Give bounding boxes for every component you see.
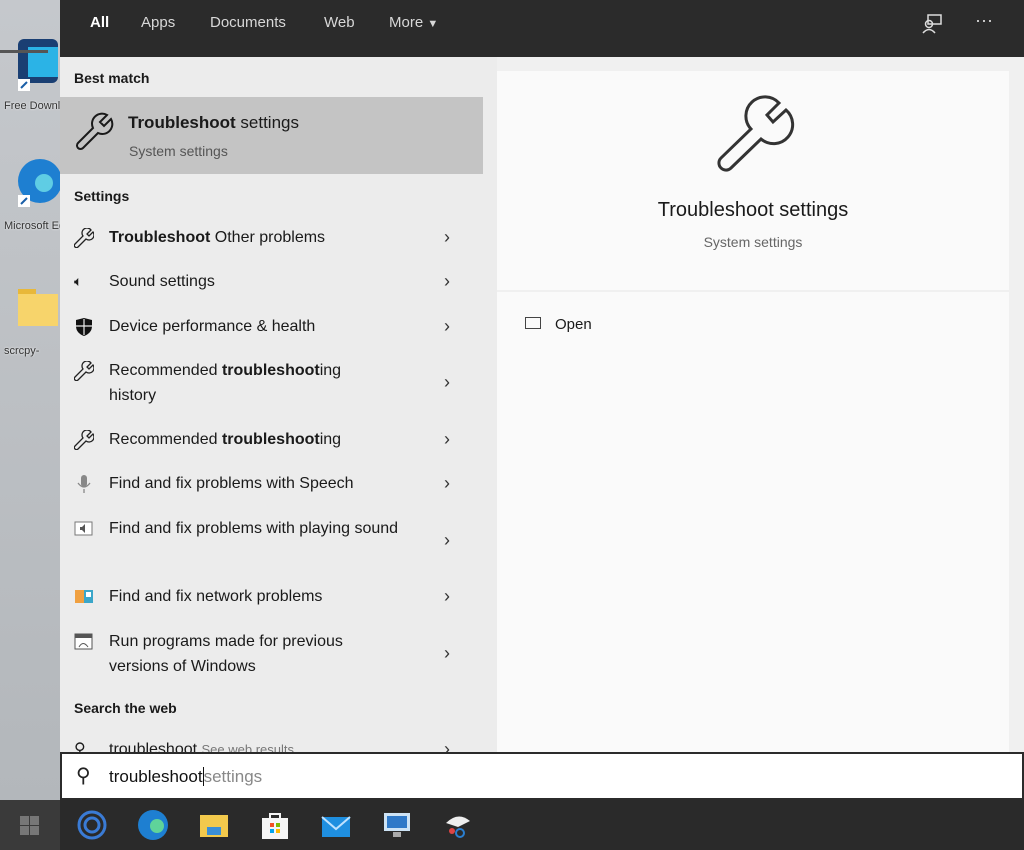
shield-icon (76, 318, 92, 336)
best-match-title-bold: Troubleshoot (128, 113, 236, 132)
item-text: Recommended (109, 362, 222, 379)
chevron-right-icon: › (444, 530, 450, 550)
item-text-bold: troubleshoot (221, 362, 320, 379)
search-filter-bar: All Apps Documents Web More ▼ ··· (0, 0, 1024, 57)
search-icon: ⚲ (76, 765, 91, 787)
tab-more-label: More (389, 14, 424, 31)
compatibility-icon (74, 633, 93, 650)
item-text: Other problems (210, 229, 326, 246)
search-web-heading: Search the web (74, 700, 177, 716)
search-suggestion: settings (203, 767, 263, 786)
folder-icon (18, 289, 58, 326)
chevron-right-icon: › (444, 586, 450, 606)
file-explorer-icon[interactable] (198, 809, 230, 841)
network-troubleshooter-icon (75, 590, 93, 603)
wrench-icon (75, 112, 114, 151)
open-label: Open (555, 316, 592, 333)
tab-indicator (0, 50, 48, 53)
speaker-icon: 🔈︎ (74, 273, 83, 289)
item-text: Find and fix problems with Speech (109, 475, 354, 492)
wrench-icon (74, 430, 94, 450)
microphone-icon (77, 475, 91, 493)
desktop-label: scrcpy- (4, 345, 40, 357)
tab-apps[interactable]: Apps (141, 14, 175, 31)
results-list: Best match Troubleshoot settings System … (60, 57, 497, 752)
preview-title: Troubleshoot settings (657, 199, 849, 221)
wrench-icon (74, 361, 94, 381)
chevron-right-icon: › (444, 473, 450, 493)
settings-heading: Settings (74, 188, 130, 204)
preview-subtitle: System settings (703, 234, 803, 250)
item-text: Sound settings (109, 273, 215, 290)
chevron-right-icon: › (444, 643, 450, 663)
preview-pane: Troubleshoot settings System settings Op… (497, 57, 1024, 752)
search-text: troubleshootsettings (109, 767, 262, 787)
chevron-right-icon: › (444, 227, 450, 247)
item-text-bold: troubleshoot (221, 431, 320, 448)
wrench-icon (74, 228, 94, 248)
audio-troubleshooter-icon (74, 521, 93, 536)
best-match-title-rest: settings (235, 113, 299, 132)
best-match-heading: Best match (74, 70, 150, 86)
chevron-right-icon: › (444, 372, 450, 392)
preview-header: Troubleshoot settings System settings (497, 71, 1009, 290)
item-text: Find and fix network problems (109, 588, 323, 605)
preview-actions: Open (497, 292, 1009, 752)
web-query: troubleshoot (109, 741, 198, 752)
tab-web[interactable]: Web (324, 14, 355, 31)
web-hint: See web results (201, 742, 295, 752)
item-text: Recommended (109, 431, 222, 448)
open-action[interactable]: Open (525, 316, 592, 333)
feedback-icon[interactable] (920, 12, 944, 36)
chevron-right-icon: › (444, 429, 450, 449)
desktop-shortcut-free-download[interactable] (14, 35, 60, 100)
desktop-folder-scrcpy[interactable] (14, 285, 60, 334)
tab-all[interactable]: All (90, 14, 109, 31)
more-options-icon[interactable]: ··· (975, 10, 993, 31)
search-icon: ⚲ (74, 741, 86, 752)
item-text: Device performance & health (109, 318, 316, 335)
tab-more[interactable]: More ▼ (389, 14, 438, 31)
chevron-right-icon: › (444, 316, 450, 336)
best-match-subtitle: System settings (129, 143, 228, 159)
open-icon (525, 317, 541, 329)
remote-desktop-icon[interactable] (381, 809, 413, 841)
taskbar (0, 800, 1024, 850)
search-typed: troubleshoot (109, 767, 204, 786)
desktop: Free Download Microsoft Edge scrcpy- (0, 0, 64, 800)
start-button[interactable] (0, 800, 60, 850)
chevron-down-icon: ▼ (427, 18, 439, 30)
chevron-right-icon: › (444, 739, 450, 752)
item-text: Run programs made for previous versions … (109, 633, 343, 675)
item-text: Find and fix problems with playing sound (109, 520, 399, 537)
chevron-right-icon: › (444, 271, 450, 291)
start-icon (20, 816, 39, 835)
edge-icon[interactable] (137, 809, 169, 841)
desktop-shortcut-edge[interactable] (14, 155, 62, 220)
tab-documents[interactable]: Documents (210, 14, 286, 31)
desktop-label: Microsoft Edge (4, 220, 64, 232)
search-input[interactable]: ⚲ troubleshootsettings (60, 752, 1024, 800)
snipping-tool-icon[interactable] (442, 809, 474, 841)
mail-icon[interactable] (320, 809, 352, 841)
store-icon[interactable] (259, 809, 291, 841)
edge-icon (18, 159, 62, 207)
cortana-icon[interactable] (76, 809, 108, 841)
wrench-icon (717, 95, 795, 172)
download-app-icon (18, 39, 58, 91)
item-text-bold: Troubleshoot (109, 229, 211, 246)
best-match-item[interactable]: Troubleshoot settings System settings (60, 97, 483, 174)
desktop-label: Free Download (4, 100, 64, 112)
item-text: ing (319, 431, 342, 448)
